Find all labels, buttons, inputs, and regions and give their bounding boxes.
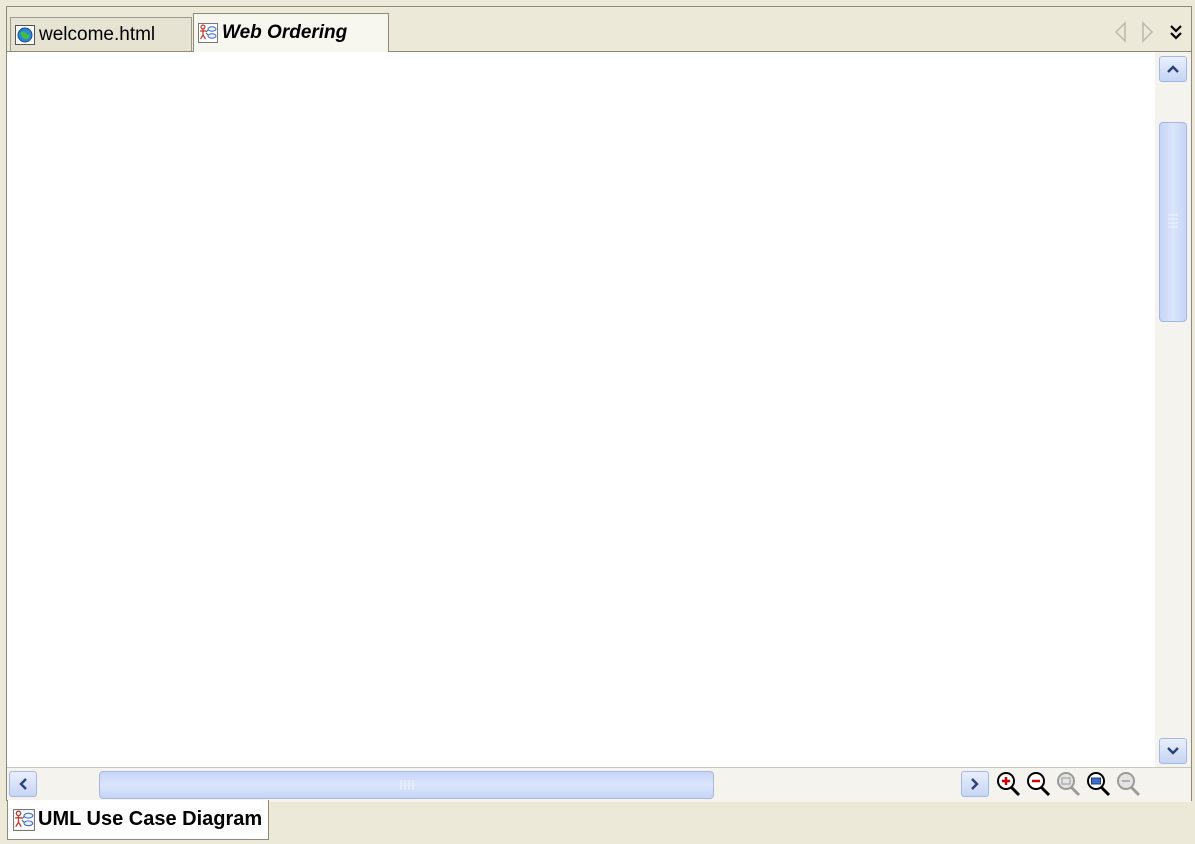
view-tab-label: UML Use Case Diagram <box>38 808 263 830</box>
tab-label: Web Ordering <box>222 22 348 43</box>
tab-welcome-html[interactable]: welcome.html <box>10 17 192 51</box>
tab-label: welcome.html <box>39 23 156 45</box>
vertical-scroll-thumb[interactable] <box>1159 122 1187 322</box>
scroll-right-button[interactable] <box>961 771 989 797</box>
web-page-icon <box>15 24 35 45</box>
tab-web-ordering[interactable]: Web Ordering <box>193 13 389 52</box>
chevron-up-icon <box>1167 65 1179 73</box>
grip-icon <box>1168 214 1178 228</box>
zoom-out-icon[interactable] <box>1025 771 1051 797</box>
chevron-right-icon <box>971 778 979 790</box>
uml-use-case-diagram-icon <box>13 808 35 831</box>
scroll-tabs-left-icon[interactable] <box>1113 21 1127 43</box>
zoom-toolbar <box>995 771 1141 797</box>
vertical-scrollbar[interactable] <box>1155 51 1191 768</box>
scroll-left-button[interactable] <box>9 771 37 797</box>
view-tab-uml-use-case-diagram[interactable]: UML Use Case Diagram <box>7 800 270 840</box>
editor-tab-bar: welcome.html Web Ordering <box>7 7 1191 52</box>
zoom-actual-size-icon <box>1057 772 1081 797</box>
diagram-canvas[interactable] <box>7 51 1155 768</box>
zoom-reset-icon <box>1117 772 1141 797</box>
show-all-tabs-icon[interactable] <box>1169 23 1183 41</box>
zoom-to-fit-icon[interactable] <box>1085 771 1111 797</box>
scroll-up-button[interactable] <box>1159 56 1187 82</box>
scroll-tabs-right-icon[interactable] <box>1141 21 1155 43</box>
uml-use-case-diagram-icon <box>198 23 218 43</box>
grip-icon <box>400 780 414 790</box>
horizontal-scrollbar-row <box>7 767 1191 802</box>
chevron-down-icon <box>1167 747 1179 755</box>
zoom-in-icon[interactable] <box>995 771 1021 797</box>
scroll-down-button[interactable] <box>1159 738 1187 764</box>
diagram-editor-window: welcome.html Web Ordering <box>6 6 1192 802</box>
chevron-left-icon <box>19 778 27 790</box>
tab-navigation <box>1113 21 1183 43</box>
horizontal-scroll-thumb[interactable] <box>99 771 714 799</box>
